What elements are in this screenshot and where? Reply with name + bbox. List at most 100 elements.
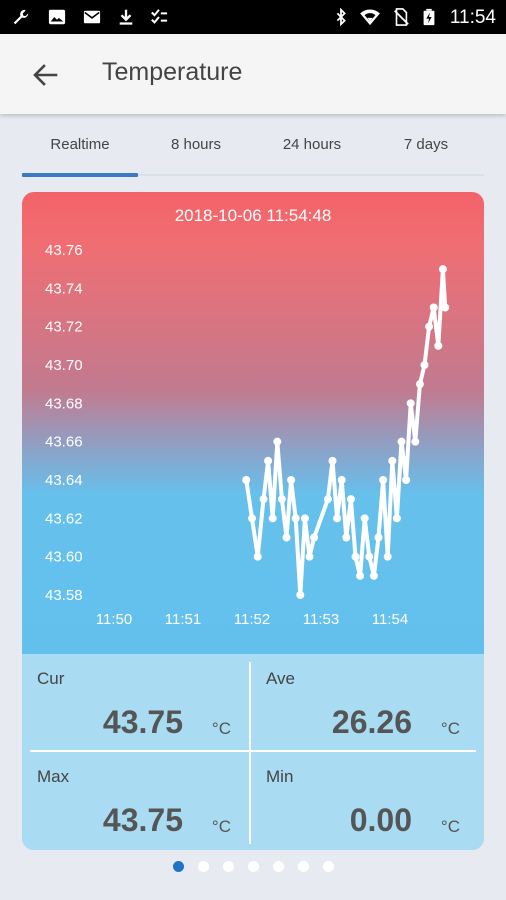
page-dot[interactable] [298, 861, 309, 872]
x-tick-label: 11:52 [234, 611, 270, 628]
data-point [342, 533, 351, 542]
data-point [392, 514, 401, 523]
stat-cur-value: 43.75 [102, 704, 183, 740]
y-tick-label: 43.58 [45, 587, 83, 604]
page-title: Temperature [102, 58, 243, 86]
stat-max-unit: °C [211, 817, 231, 836]
bluetooth-icon [336, 8, 346, 26]
mail-icon [83, 10, 101, 24]
wrench-icon [13, 9, 29, 25]
page-dot[interactable] [248, 861, 259, 872]
data-point [360, 514, 369, 523]
data-point [328, 456, 337, 465]
tab-24-hours[interactable]: 24 hours [254, 122, 370, 176]
stats-horizontal-divider [30, 750, 476, 752]
data-point [388, 456, 397, 465]
tab-8-hours[interactable]: 8 hours [138, 122, 254, 176]
battery-charging-icon [423, 8, 435, 26]
data-point [259, 495, 268, 504]
stat-min-label: Min [266, 767, 294, 786]
data-point [248, 514, 256, 523]
stat-ave-unit: °C [440, 719, 460, 738]
data-point [379, 476, 388, 484]
page-dot[interactable] [198, 861, 209, 872]
data-point [287, 476, 296, 484]
data-point [310, 533, 319, 542]
data-point [411, 437, 420, 446]
data-point [374, 533, 383, 542]
tab-realtime[interactable]: Realtime [22, 122, 138, 176]
stat-min: Min 0.00 °C [251, 752, 478, 848]
data-point [369, 571, 378, 580]
stats-panel: Cur 43.75 °C Ave 26.26 °C Max 43.75 °C M… [22, 654, 484, 850]
data-point [264, 456, 273, 465]
y-tick-label: 43.64 [45, 472, 83, 489]
stat-ave: Ave 26.26 °C [251, 654, 478, 750]
stat-ave-value: 26.26 [331, 704, 412, 740]
y-tick-label: 43.68 [45, 395, 83, 412]
data-point [441, 303, 450, 312]
no-sim-icon [394, 8, 409, 26]
page-dot[interactable] [323, 861, 334, 872]
data-point [402, 476, 411, 484]
stats-vertical-divider [249, 662, 251, 844]
range-tabs: Realtime 8 hours 24 hours 7 days [22, 122, 484, 177]
stat-max-label: Max [37, 767, 70, 786]
stat-cur: Cur 43.75 °C [22, 654, 249, 750]
series-line [244, 269, 448, 596]
tab-indicator [22, 173, 138, 177]
data-point [406, 399, 415, 408]
data-point [333, 514, 342, 523]
stat-max-value: 43.75 [102, 802, 183, 838]
temperature-chart: 43.76 43.74 43.72 43.70 43.68 43.66 43.64 43.62… [45, 242, 450, 628]
back-button[interactable] [26, 56, 64, 94]
wifi-icon [360, 9, 380, 26]
data-point [383, 552, 392, 561]
status-time: 11:54 [449, 7, 496, 28]
stat-min-unit: °C [440, 817, 460, 836]
data-point [415, 380, 424, 389]
checklist-icon [151, 9, 168, 24]
y-tick-label: 43.74 [45, 280, 83, 297]
data-point [305, 552, 314, 561]
status-bar: 11:54 [0, 0, 506, 34]
y-tick-label: 43.60 [45, 549, 83, 566]
data-point [438, 265, 447, 274]
data-point [420, 361, 429, 369]
data-point [434, 341, 443, 350]
data-point [356, 571, 365, 580]
download-icon [119, 9, 133, 25]
data-point [323, 495, 332, 504]
y-tick-label: 43.72 [45, 319, 83, 336]
data-point [282, 533, 291, 542]
page-dot[interactable] [223, 861, 234, 872]
data-point [300, 514, 309, 523]
app-bar: Temperature [0, 34, 506, 114]
data-point [277, 495, 286, 504]
y-tick-label: 43.66 [45, 434, 83, 451]
y-tick-label: 43.76 [45, 242, 83, 259]
page-dot[interactable] [273, 861, 284, 872]
arrow-left-icon [33, 64, 58, 86]
data-point [273, 437, 282, 446]
data-point [291, 514, 300, 523]
tab-7-days[interactable]: 7 days [368, 122, 484, 176]
data-point [296, 591, 305, 599]
x-tick-label: 11:50 [96, 611, 132, 628]
x-tick-label: 11:53 [303, 611, 339, 628]
stat-ave-label: Ave [266, 669, 295, 688]
y-tick-label: 43.62 [45, 510, 83, 527]
data-point [429, 303, 438, 312]
data-point [397, 437, 406, 446]
page-dot[interactable] [173, 861, 184, 872]
data-point [351, 552, 360, 561]
page-indicator [170, 860, 340, 874]
data-point [253, 552, 262, 561]
stat-max: Max 43.75 °C [22, 752, 249, 848]
data-point [346, 495, 355, 504]
data-point [337, 476, 346, 484]
data-point [365, 552, 374, 561]
stat-cur-label: Cur [37, 669, 65, 688]
stat-min-value: 0.00 [349, 802, 412, 838]
data-point [268, 514, 277, 523]
